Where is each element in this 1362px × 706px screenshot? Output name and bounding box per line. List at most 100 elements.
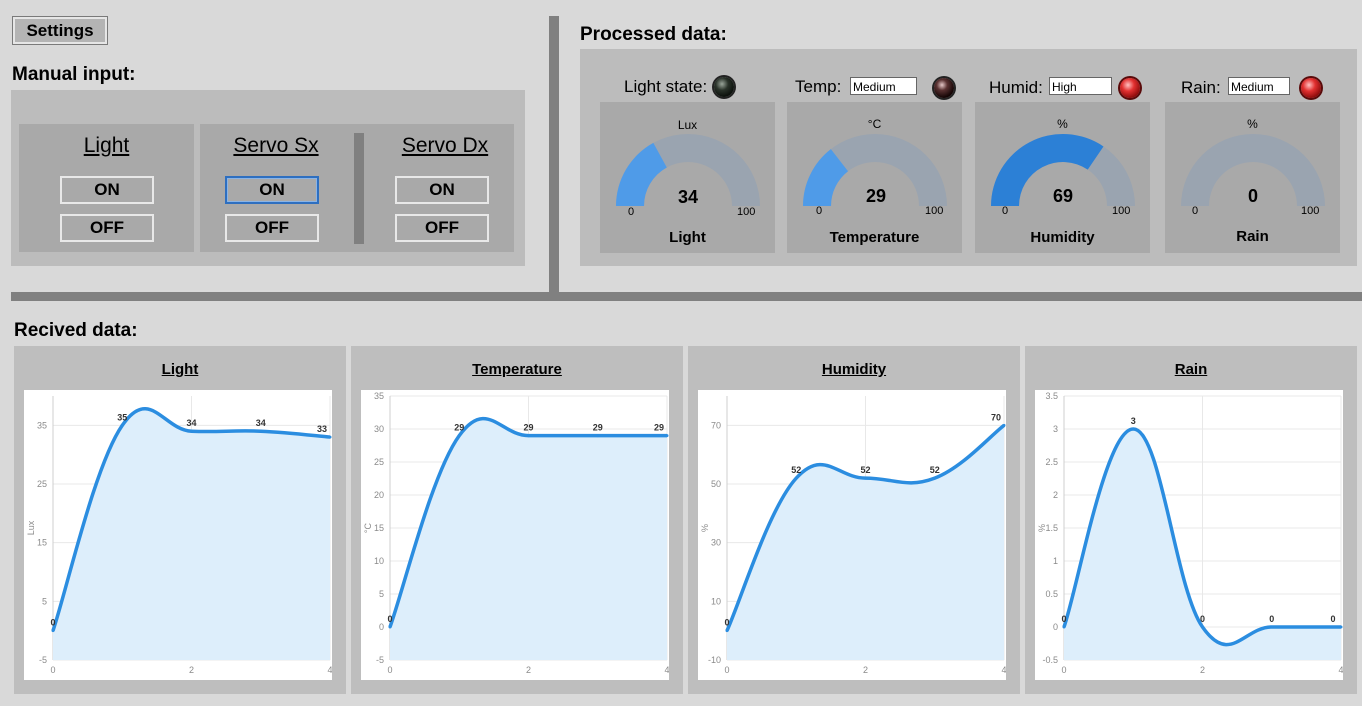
y-tick-label: 35 xyxy=(37,420,47,430)
data-label: 0 xyxy=(1269,614,1274,624)
chart-title: Temperature xyxy=(472,361,562,378)
chart-title: Rain xyxy=(1174,361,1208,378)
x-tick-label: 4 xyxy=(1338,665,1343,675)
rain-state-field[interactable]: Medium xyxy=(1228,77,1290,95)
series-area xyxy=(53,408,330,660)
data-point xyxy=(1062,625,1066,629)
x-tick-label: 4 xyxy=(1001,665,1006,675)
x-tick-label: 2 xyxy=(1200,665,1205,675)
y-tick-label: 2 xyxy=(1053,490,1058,500)
humidity-chart-card: Humidity 70 50 30 10 -10 0 2 4% 0 52 52 52 70 xyxy=(688,346,1020,694)
chart-title: Humidity xyxy=(821,361,887,378)
x-tick-label: 2 xyxy=(189,665,194,675)
x-tick-label: 0 xyxy=(724,665,729,675)
temperature-gauge-card: °C 29 0 100 Temperature xyxy=(787,102,962,253)
data-label: 29 xyxy=(593,423,603,433)
data-point xyxy=(1339,625,1343,629)
gauge-min: 0 xyxy=(1002,205,1009,217)
data-label: 52 xyxy=(930,465,940,475)
gauge-max: 100 xyxy=(1112,205,1131,217)
x-tick-label: 4 xyxy=(664,665,669,675)
y-tick-label: -5 xyxy=(39,655,47,665)
chart-area: 70 50 30 10 -10 0 2 4% 0 52 52 52 70 xyxy=(698,390,1007,680)
temp-led-icon xyxy=(934,78,954,98)
light-on-button[interactable]: ON xyxy=(60,176,154,204)
horizontal-divider xyxy=(11,292,1362,301)
humid-label: Humid: xyxy=(989,78,1043,97)
gauge-name: Temperature xyxy=(829,229,920,246)
processed-data-title: Processed data: xyxy=(580,24,727,45)
rain-chart: 3.532.521.510.50-0.50 2 4%030 0 0 xyxy=(1037,391,1344,675)
data-label: 33 xyxy=(317,424,327,434)
servo-sx-label: Servo Sx xyxy=(233,134,319,157)
humid-state-field[interactable]: High xyxy=(1049,77,1112,95)
servo-dx-off-button[interactable]: OFF xyxy=(395,214,489,242)
chart-area: 35 25 15 5 -5 0 2 4 Lux 0 35 34 34 33 xyxy=(24,390,333,680)
x-tick-label: 0 xyxy=(1061,665,1066,675)
chart-area: 3.5 3 2.5 2 1.5 1 0.5 0 -0.5 0 2 4% 0 3 0 0 0 xyxy=(1035,390,1344,680)
y-tick-label: 15 xyxy=(37,538,47,548)
y-tick-label: 0 xyxy=(1053,622,1058,632)
chart-area: 35 30 25 20 15 10 5 0 -5 0 2 4 °C 0 29 29 29 29 xyxy=(361,390,670,680)
servo-sx-on-button[interactable]: ON xyxy=(225,176,319,204)
data-point xyxy=(120,423,124,427)
data-label: 70 xyxy=(991,412,1001,422)
data-label: 3 xyxy=(1131,416,1136,426)
data-point xyxy=(527,434,530,438)
data-point xyxy=(1002,423,1006,427)
rain-label: Rain: xyxy=(1181,78,1221,97)
data-label: 29 xyxy=(454,423,464,433)
x-tick-label: 0 xyxy=(50,665,55,675)
settings-button[interactable]: Settings xyxy=(12,16,108,45)
x-tick-label: 0 xyxy=(387,665,392,675)
humidity-chart: 70503010-100 2 4%052 52 5270 xyxy=(700,396,1007,675)
servo-sx-off-button[interactable]: OFF xyxy=(225,214,319,242)
servo-dx-on-button[interactable]: ON xyxy=(395,176,489,204)
data-point xyxy=(328,435,332,439)
light-control-label: Light xyxy=(83,134,130,157)
light-state-label: Light state: xyxy=(624,77,708,96)
temp-label: Temp: xyxy=(795,77,842,96)
gauge-min: 0 xyxy=(628,206,635,218)
y-tick-label: -10 xyxy=(708,655,721,665)
data-point xyxy=(457,434,461,438)
y-tick-label: 5 xyxy=(379,589,384,599)
x-tick-label: 2 xyxy=(526,665,531,675)
data-point xyxy=(596,434,600,438)
y-tick-label: 70 xyxy=(711,420,721,430)
data-label: 0 xyxy=(387,614,392,624)
gauge-value: 0 xyxy=(1247,186,1258,206)
y-tick-label: 0.5 xyxy=(1045,589,1058,599)
y-tick-label: 25 xyxy=(374,457,384,467)
data-label: 35 xyxy=(117,412,127,422)
data-point xyxy=(190,429,193,433)
gauge-name: Humidity xyxy=(1030,229,1095,246)
light-chart-card: Light 35 25 15 5 -5 0 2 4 Lux 0 35 34 34 33 xyxy=(14,346,346,694)
temp-state-field[interactable]: Medium xyxy=(850,77,917,95)
data-label: 29 xyxy=(654,423,664,433)
data-point xyxy=(51,629,55,633)
y-tick-label: 1 xyxy=(1053,556,1058,566)
gauge-value: 69 xyxy=(1052,186,1074,206)
y-tick-label: 3.5 xyxy=(1045,391,1058,401)
data-label: 52 xyxy=(860,465,870,475)
y-tick-label: 0 xyxy=(379,622,384,632)
data-point xyxy=(665,434,669,438)
y-tick-label: 30 xyxy=(374,424,384,434)
y-tick-label: -5 xyxy=(376,655,384,665)
gauge-max: 100 xyxy=(925,205,944,217)
data-label: 52 xyxy=(791,465,801,475)
received-data-title: Recived data: xyxy=(14,320,138,341)
y-tick-label: -0.5 xyxy=(1042,655,1058,665)
y-axis-label: % xyxy=(1037,524,1047,532)
y-axis-label: °C xyxy=(363,522,373,533)
humid-led-icon xyxy=(1120,78,1140,98)
light-off-button[interactable]: OFF xyxy=(60,214,154,242)
light-chart: 3525155-50 2 4Lux03534 3433 xyxy=(26,396,333,675)
temperature-chart-card: Temperature 35 30 25 20 15 10 5 0 -5 0 2 4 °C 0 29 29 29… xyxy=(351,346,683,694)
y-tick-label: 30 xyxy=(711,538,721,548)
y-tick-label: 2.5 xyxy=(1045,457,1058,467)
gauge-max: 100 xyxy=(737,206,756,218)
vertical-divider xyxy=(549,16,559,296)
y-tick-label: 10 xyxy=(711,596,721,606)
